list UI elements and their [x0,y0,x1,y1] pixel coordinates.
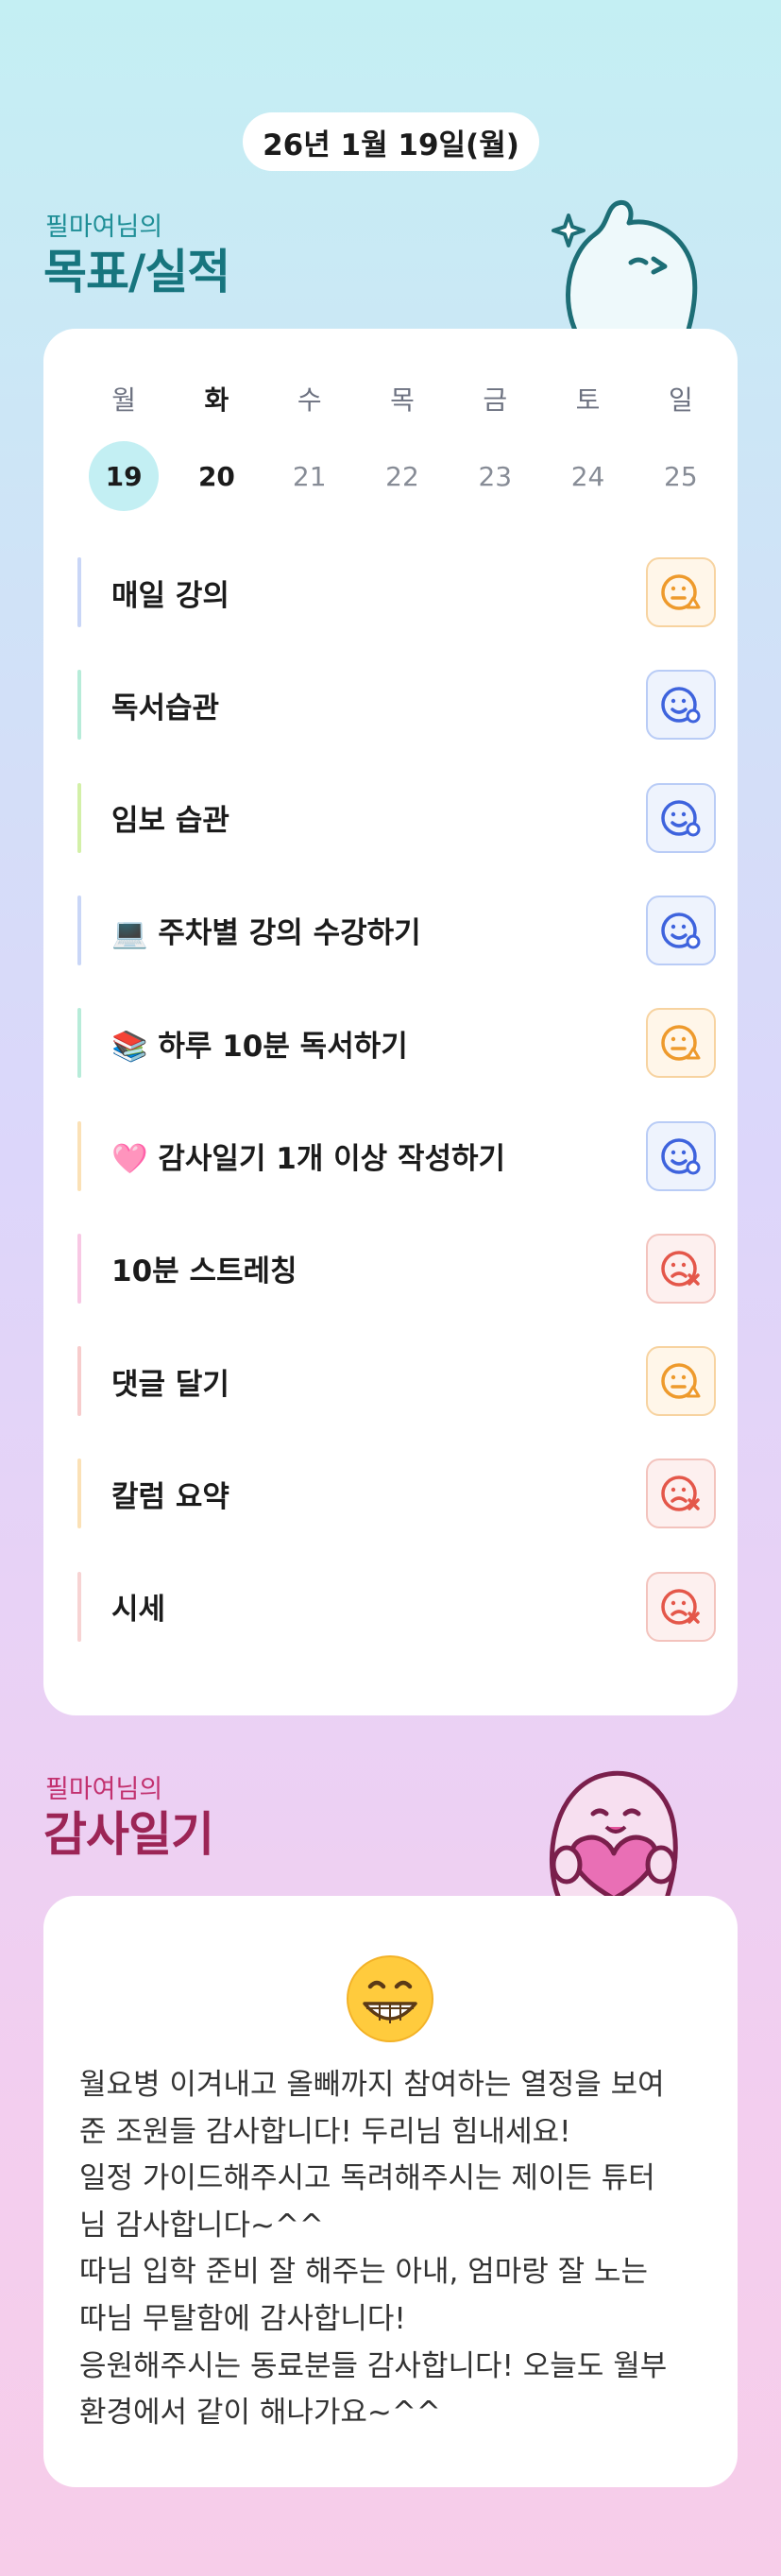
sad-face-icon[interactable] [646,1571,716,1642]
goal-item[interactable]: 매일 강의 [77,557,716,627]
goal-color-bar [77,1008,81,1079]
weekday-sat: 토 [575,384,601,416]
weekday-sun: 일 [668,384,693,416]
goals-title: 목표/실적 [43,245,230,299]
happy-face-icon[interactable] [646,782,716,853]
goals-card: 월 화 수 목 금 토 일 19 20 21 22 23 24 25 매일 강의… [43,329,738,1715]
happy-face-icon[interactable] [646,670,716,741]
mascot-waving-icon [552,200,698,336]
gratitude-text: 월요병 이겨내고 올빼까지 참여하는 열정을 보여 준 조원들 감사합니다! 두… [79,2068,668,2431]
gratitude-title: 감사일기 [43,1807,214,1862]
weekday-row: 월 화 수 목 금 토 일 [77,378,727,419]
goal-item[interactable]: 임보 습관 [77,782,716,853]
goal-item[interactable]: 🩷 감사일기 1개 이상 작성하기 [77,1120,716,1191]
goal-label: 댓글 달기 [111,1367,229,1402]
goal-label: 시세 [111,1593,166,1628]
happy-face-icon[interactable] [646,1120,716,1191]
sad-face-icon[interactable] [646,1233,716,1304]
mascot-heart-icon [549,1770,678,1899]
gratitude-card: 월요병 이겨내고 올빼까지 참여하는 열정을 보여 준 조원들 감사합니다! 두… [43,1896,738,2487]
goal-color-bar [77,670,81,741]
weekday-thu: 목 [390,384,415,416]
goal-item[interactable]: 10분 스트레칭 [77,1233,716,1304]
date-cell-selected[interactable]: 19 [77,440,170,512]
goal-label: 독서습관 [111,691,220,725]
date-cell[interactable]: 25 [635,440,727,512]
goal-item[interactable]: 칼럼 요약 [77,1459,716,1529]
weekday-wed: 수 [297,384,322,416]
weekday-fri: 금 [483,384,508,416]
goal-color-bar [77,895,81,965]
goal-label: 매일 강의 [111,578,229,613]
weekday-tue: 화 [204,384,229,416]
goal-item[interactable]: 독서습관 [77,670,716,741]
meh-face-icon[interactable] [646,557,716,627]
goal-label: 10분 스트레칭 [111,1254,297,1289]
meh-face-icon[interactable] [646,1346,716,1417]
goal-label: 칼럼 요약 [111,1479,229,1514]
goal-color-bar [77,782,81,853]
date-header[interactable]: 26년 1월 19일(월) [243,112,539,171]
date-cell[interactable]: 20 [170,440,263,512]
date-cell[interactable]: 24 [541,440,634,512]
goal-color-bar [77,1571,81,1642]
date-cell[interactable]: 21 [263,440,356,512]
goal-label: 임보 습관 [111,804,229,839]
goal-item[interactable]: 시세 [77,1571,716,1642]
goal-item[interactable]: 📚 하루 10분 독서하기 [77,1008,716,1079]
goal-color-bar [77,1233,81,1304]
goal-color-bar [77,1346,81,1417]
goal-color-bar [77,1120,81,1191]
goal-label: 💻 주차별 강의 수강하기 [111,916,421,951]
goal-item[interactable]: 댓글 달기 [77,1346,716,1417]
goal-label: 🩷 감사일기 1개 이상 작성하기 [111,1142,506,1176]
meh-face-icon[interactable] [646,1008,716,1079]
date-label: 19 [89,441,160,511]
goal-item[interactable]: 💻 주차별 강의 수강하기 [77,895,716,965]
goal-color-bar [77,1459,81,1529]
grinning-face-icon [347,1955,433,2042]
goal-color-bar [77,557,81,627]
weekday-mon: 월 [111,384,137,416]
date-cell[interactable]: 23 [449,440,541,512]
date-row: 19 20 21 22 23 24 25 [77,440,727,512]
goal-label: 📚 하루 10분 독서하기 [111,1029,408,1064]
happy-face-icon[interactable] [646,895,716,965]
date-cell[interactable]: 22 [356,440,449,512]
sad-face-icon[interactable] [646,1459,716,1529]
